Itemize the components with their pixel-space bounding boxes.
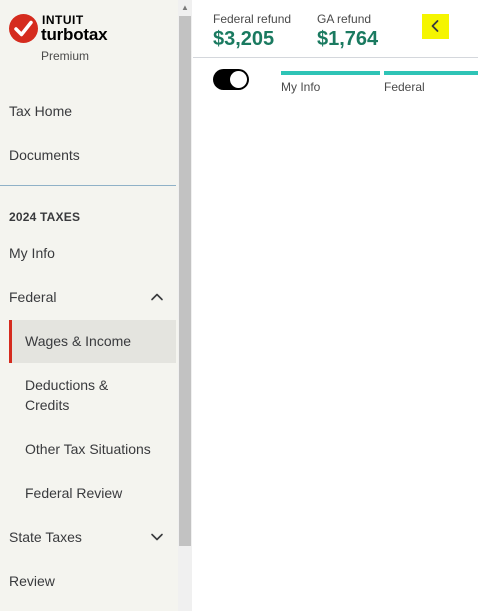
chevron-down-icon[interactable] xyxy=(150,530,164,544)
scroll-up-arrow-icon[interactable]: ▲ xyxy=(178,2,192,14)
collapse-panel-button[interactable] xyxy=(422,14,449,39)
sidebar-scrollbar-thumb[interactable] xyxy=(179,16,191,546)
sidebar-item-label: Federal Review xyxy=(25,485,123,501)
sidebar-item-label: Wages & Income xyxy=(25,333,132,349)
chevron-up-icon[interactable] xyxy=(150,290,164,304)
federal-refund-value: $3,205 xyxy=(213,28,275,50)
turbotax-logo[interactable]: INTUIT turbotax Premium xyxy=(9,12,169,66)
logo-product: turbotax xyxy=(41,25,108,44)
refund-header: Federal refund $3,205 GA refund $1,764 xyxy=(193,0,478,58)
sidebar-item-label: Tax Home xyxy=(9,103,73,119)
progress-step-federal[interactable]: Federal xyxy=(384,80,425,94)
progress-toggle[interactable] xyxy=(213,69,249,90)
sidebar-item-label-line2: Credits xyxy=(25,397,70,413)
checkmark-logo-icon xyxy=(9,14,38,43)
sidebar-item-label: Documents xyxy=(9,147,80,163)
state-refund-label: GA refund xyxy=(317,12,372,26)
sidebar: INTUIT turbotax Premium Tax Home Documen… xyxy=(0,0,178,611)
section-title: 2024 TAXES xyxy=(9,210,81,224)
sidebar-item-deductions-credits[interactable]: Deductions & Credits xyxy=(0,377,178,417)
sidebar-item-label: My Info xyxy=(9,245,55,261)
sidebar-item-label: State Taxes xyxy=(9,529,82,545)
sidebar-divider xyxy=(0,185,176,186)
toggle-knob xyxy=(230,71,247,88)
main-content-area xyxy=(193,100,478,611)
progress-bar-my-info xyxy=(281,71,380,75)
logo-edition: Premium xyxy=(41,49,90,63)
sidebar-item-label: Federal xyxy=(9,289,57,305)
sidebar-item-label-line1: Deductions & xyxy=(25,377,109,393)
progress-step-my-info[interactable]: My Info xyxy=(281,80,320,94)
state-refund-value: $1,764 xyxy=(317,28,379,50)
federal-refund-label: Federal refund xyxy=(213,12,292,26)
progress-bar-federal xyxy=(384,71,478,75)
chevron-left-icon xyxy=(431,20,439,32)
sidebar-item-label: Review xyxy=(9,573,55,589)
sidebar-item-label: Other Tax Situations xyxy=(25,441,151,457)
